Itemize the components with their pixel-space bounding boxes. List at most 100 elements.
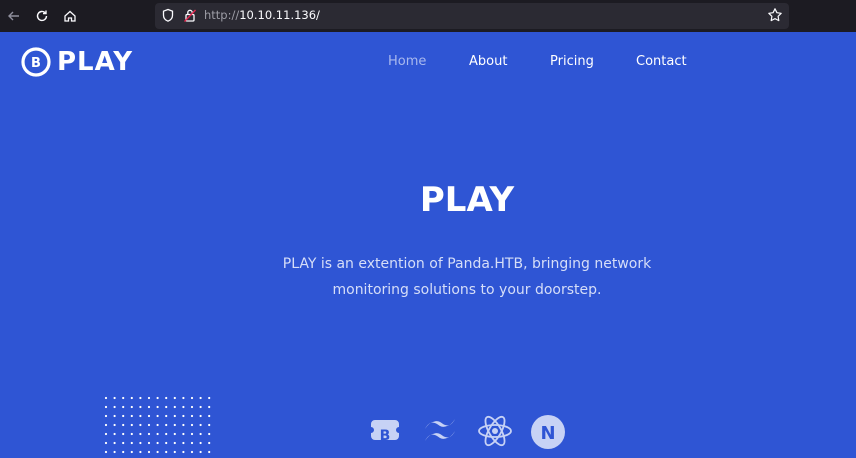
decoration-dot — [208, 450, 211, 454]
main-nav: Home About Pricing Contact — [0, 54, 856, 72]
decoration-dot — [104, 450, 108, 454]
decoration-dot — [104, 423, 108, 427]
decoration-dot — [173, 450, 176, 454]
decoration-dot — [182, 432, 185, 436]
shield-icon[interactable] — [161, 8, 175, 27]
decoration-dot — [113, 414, 116, 418]
decoration-dot — [104, 432, 108, 436]
decoration-dot — [139, 414, 142, 418]
decoration-dot — [182, 441, 185, 445]
decoration-dot — [182, 414, 185, 418]
decoration-dot — [208, 414, 211, 418]
react-icon — [478, 415, 512, 447]
decoration-dot — [190, 414, 194, 418]
decoration-dot — [147, 432, 151, 436]
reload-icon[interactable] — [32, 6, 52, 26]
decoration-dot — [165, 414, 168, 418]
decoration-dot — [113, 423, 116, 427]
decoration-dot — [130, 432, 133, 436]
back-arrow-icon[interactable] — [4, 6, 24, 26]
nextjs-letter: N — [540, 423, 555, 444]
decoration-dot — [104, 414, 108, 418]
nav-link-contact[interactable]: Contact — [636, 54, 687, 69]
decoration-dot — [139, 441, 142, 445]
hero-description-line2: monitoring solutions to your doorstep. — [332, 282, 602, 298]
hero-description: PLAY is an extention of Panda.HTB, bring… — [254, 251, 680, 303]
hero-description-line1: PLAY is an extention of Panda.HTB, bring… — [282, 256, 652, 272]
decoration-dot — [199, 414, 202, 418]
decoration-dot — [208, 432, 211, 436]
decoration-dot — [190, 450, 194, 454]
decoration-dot — [173, 396, 176, 400]
decoration-dot — [208, 396, 211, 400]
decoration-dot — [156, 450, 159, 454]
decoration-dot — [122, 423, 125, 427]
decoration-dot — [130, 441, 133, 445]
decoration-dot — [182, 450, 185, 454]
decoration-dot — [165, 405, 168, 409]
decoration-dot — [113, 441, 116, 445]
nav-link-about[interactable]: About — [469, 54, 507, 69]
nav-link-pricing[interactable]: Pricing — [550, 54, 594, 69]
decoration-dot — [147, 441, 151, 445]
star-icon[interactable] — [767, 7, 783, 27]
bootstrap-letter: B — [380, 428, 391, 444]
url-protocol: http:// — [204, 8, 240, 22]
url-host: 10.10.11.136/ — [239, 8, 320, 22]
decoration-dot — [130, 423, 133, 427]
decoration-dot — [104, 405, 108, 409]
decoration-dot — [182, 423, 185, 427]
decoration-dot — [147, 405, 151, 409]
decoration-dot — [113, 405, 116, 409]
decoration-dot — [173, 441, 176, 445]
decoration-dot — [130, 405, 133, 409]
decoration-dot — [147, 423, 151, 427]
hero-title: PLAY — [419, 180, 515, 220]
nav-link-home[interactable]: Home — [388, 54, 426, 69]
decoration-dot — [122, 396, 125, 400]
decoration-dot — [122, 414, 125, 418]
tailwind-icon — [425, 419, 455, 441]
decoration-dot — [147, 414, 151, 418]
decoration-dot — [190, 423, 194, 427]
decoration-dot — [208, 441, 211, 445]
bootstrap-icon: B — [371, 420, 399, 444]
decoration-dot — [122, 405, 125, 409]
lock-icon[interactable] — [183, 8, 197, 27]
decoration-dot — [139, 396, 142, 400]
decoration-dot — [104, 396, 108, 400]
decoration-dot — [113, 450, 116, 454]
decoration-dot — [139, 405, 142, 409]
url-text[interactable]: http://10.10.11.136/ — [204, 8, 320, 22]
decoration-dot — [130, 414, 133, 418]
decoration-dot — [208, 405, 211, 409]
decoration-dot — [156, 396, 159, 400]
decoration-dot — [190, 405, 194, 409]
decoration-dot — [190, 432, 194, 436]
decoration-dot — [122, 450, 125, 454]
decoration-dot — [199, 423, 202, 427]
nextjs-icon: N — [531, 415, 565, 449]
decoration-dot — [182, 405, 185, 409]
dot-grid-decoration — [104, 396, 211, 454]
decoration-dot — [156, 414, 159, 418]
browser-toolbar: http://10.10.11.136/ — [0, 0, 856, 32]
home-icon[interactable] — [60, 6, 80, 26]
decoration-dot — [199, 441, 202, 445]
decoration-dot — [173, 414, 176, 418]
decoration-dot — [173, 432, 176, 436]
decoration-dot — [156, 441, 159, 445]
decoration-dot — [190, 396, 194, 400]
decoration-dot — [113, 432, 116, 436]
decoration-dot — [182, 396, 185, 400]
decoration-dot — [139, 423, 142, 427]
decoration-dot — [199, 396, 202, 400]
decoration-dot — [130, 396, 133, 400]
decoration-dot — [147, 396, 151, 400]
decoration-dot — [173, 405, 176, 409]
decoration-dot — [139, 432, 142, 436]
decoration-dot — [156, 405, 159, 409]
url-bar[interactable]: http://10.10.11.136/ — [155, 3, 789, 29]
decoration-dot — [122, 432, 125, 436]
decoration-dot — [104, 441, 108, 445]
